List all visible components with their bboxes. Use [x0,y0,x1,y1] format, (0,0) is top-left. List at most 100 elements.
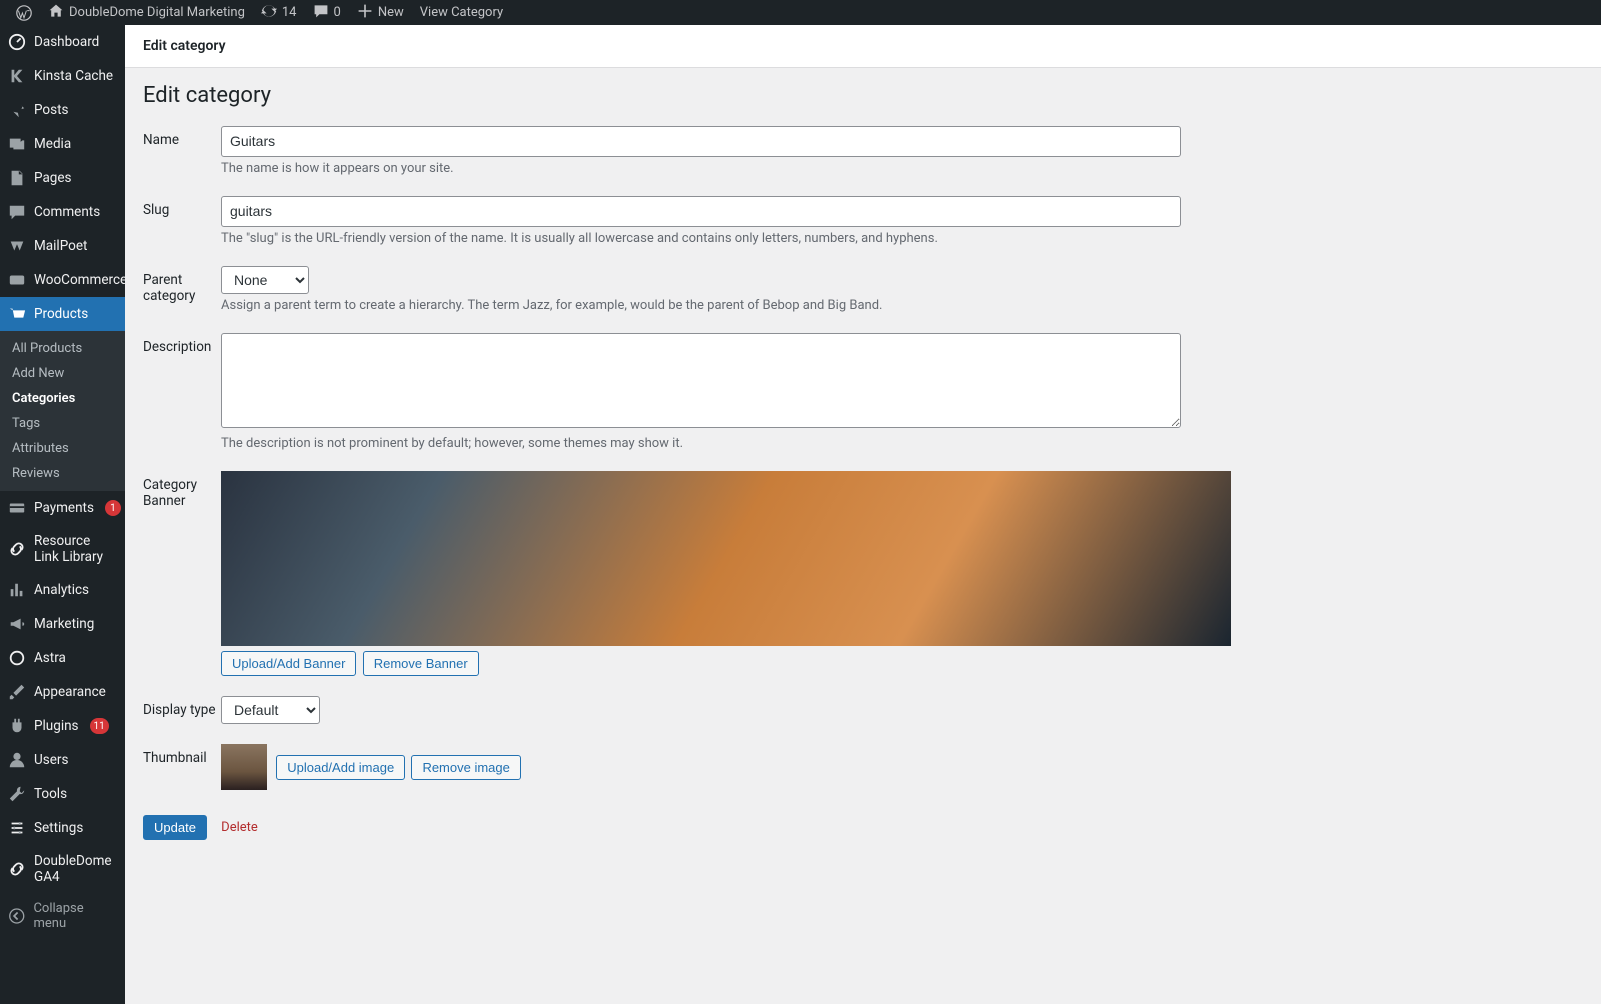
megaphone-icon [8,615,26,633]
submenu-add-new[interactable]: Add New [0,361,125,386]
sidebar-item-woocommerce[interactable]: WooCommerce [0,263,125,297]
name-help: The name is how it appears on your site. [221,161,1271,176]
sidebar-item-tools[interactable]: Tools [0,777,125,811]
submenu-reviews[interactable]: Reviews [0,461,125,486]
menu-label: MailPoet [34,238,87,254]
collapse-menu[interactable]: Collapse menu [0,893,125,939]
menu-label: Payments [34,500,94,516]
settings-icon [8,819,26,837]
brush-icon [8,683,26,701]
woocommerce-icon [8,271,26,289]
menu-label: Users [34,752,68,768]
name-input[interactable] [221,126,1181,157]
comment-icon [313,3,329,23]
menu-label: Resource Link Library [34,533,117,565]
view-label: View Category [420,5,503,20]
menu-label: Media [34,136,71,152]
menu-label: Appearance [34,684,106,700]
sidebar-item-settings[interactable]: Settings [0,811,125,845]
slug-input[interactable] [221,196,1181,227]
sidebar-item-plugins[interactable]: Plugins 11 [0,709,125,743]
sidebar-item-kinsta[interactable]: Kinsta Cache [0,59,125,93]
wp-logo[interactable] [8,0,40,25]
menu-label: Marketing [34,616,94,632]
view-category-link[interactable]: View Category [412,0,511,25]
user-icon [8,751,26,769]
slug-label: Slug [143,196,221,218]
name-label: Name [143,126,221,148]
pin-icon [8,101,26,119]
badge: 1 [105,500,121,516]
sidebar-item-ga4[interactable]: DoubleDome GA4 [0,845,125,893]
sidebar-item-products[interactable]: Products [0,297,125,331]
sidebar-item-pages[interactable]: Pages [0,161,125,195]
home-icon [48,3,64,23]
site-link[interactable]: DoubleDome Digital Marketing [40,0,253,25]
parent-help: Assign a parent term to create a hierarc… [221,298,1271,313]
sidebar-item-mailpoet[interactable]: MailPoet [0,229,125,263]
banner-image [221,471,1231,646]
new-link[interactable]: New [349,0,412,25]
sidebar-item-resource-link[interactable]: Resource Link Library [0,525,125,573]
parent-select[interactable]: None [221,266,309,294]
media-icon [8,135,26,153]
submenu-categories[interactable]: Categories [0,386,125,411]
site-name: DoubleDome Digital Marketing [69,5,245,20]
sidebar-item-comments[interactable]: Comments [0,195,125,229]
sidebar-item-users[interactable]: Users [0,743,125,777]
menu-label: DoubleDome GA4 [34,853,117,885]
sidebar-item-dashboard[interactable]: Dashboard [0,25,125,59]
thumbnail-image [221,744,267,790]
upload-banner-button[interactable]: Upload/Add Banner [221,651,356,676]
badge: 11 [90,718,109,734]
plus-icon [357,3,373,23]
admin-sidebar: Dashboard Kinsta Cache Posts Media Pages… [0,25,125,1004]
sidebar-item-media[interactable]: Media [0,127,125,161]
menu-label: Comments [34,204,100,220]
comment-icon [8,203,26,221]
analytics-icon [8,581,26,599]
description-help: The description is not prominent by defa… [221,436,1271,451]
update-button[interactable]: Update [143,815,207,840]
sidebar-item-analytics[interactable]: Analytics [0,573,125,607]
admin-toolbar: DoubleDome Digital Marketing 14 0 New Vi… [0,0,1601,25]
dashboard-icon [8,33,26,51]
description-textarea[interactable] [221,333,1181,428]
sidebar-item-posts[interactable]: Posts [0,93,125,127]
remove-banner-button[interactable]: Remove Banner [363,651,479,676]
menu-label: Dashboard [34,34,99,50]
display-label: Display type [143,696,221,718]
submenu-tags[interactable]: Tags [0,411,125,436]
menu-label: Analytics [34,582,89,598]
wrench-icon [8,785,26,803]
page-title: Edit category [143,83,1583,108]
refresh-icon [261,3,277,23]
plugin-icon [8,717,26,735]
sidebar-item-astra[interactable]: Astra [0,641,125,675]
kinsta-icon [8,67,26,85]
sidebar-item-appearance[interactable]: Appearance [0,675,125,709]
parent-label: Parent category [143,266,221,304]
page-icon [8,169,26,187]
menu-label: Posts [34,102,68,118]
slug-help: The "slug" is the URL-friendly version o… [221,231,1271,246]
products-icon [8,305,26,323]
comments-count: 0 [334,5,341,20]
menu-label: WooCommerce [34,272,125,288]
sidebar-item-payments[interactable]: Payments 1 [0,491,125,525]
delete-link[interactable]: Delete [221,820,258,835]
display-type-select[interactable]: Default [221,696,320,724]
comments-link[interactable]: 0 [305,0,349,25]
menu-label: Products [34,306,88,322]
submenu-all-products[interactable]: All Products [0,336,125,361]
updates-count: 14 [282,5,297,20]
thumbnail-label: Thumbnail [143,744,221,766]
remove-image-button[interactable]: Remove image [411,755,520,780]
menu-label: Settings [34,820,83,836]
sidebar-item-marketing[interactable]: Marketing [0,607,125,641]
submenu-attributes[interactable]: Attributes [0,436,125,461]
upload-image-button[interactable]: Upload/Add image [276,755,405,780]
description-label: Description [143,333,221,355]
updates-link[interactable]: 14 [253,0,305,25]
link-icon [8,860,26,878]
